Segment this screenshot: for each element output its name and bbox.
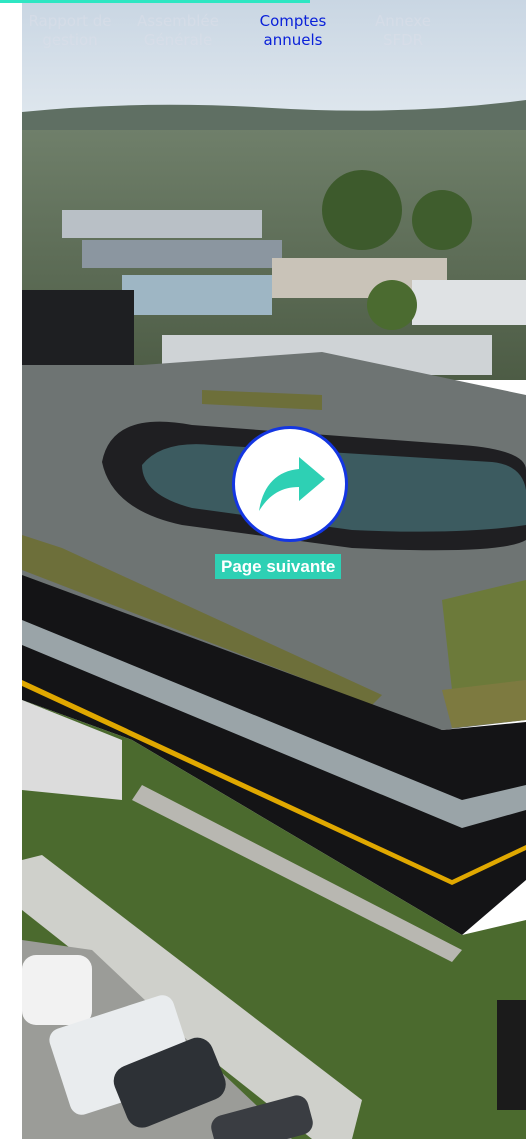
tab-label-line1: Annexe: [375, 12, 431, 30]
next-page-label[interactable]: Page suivante: [215, 554, 342, 579]
tab-label-line2: annuels: [263, 31, 323, 49]
tab-comptes-annuels[interactable]: Comptes annuels: [245, 12, 341, 50]
curved-arrow-right-icon: [259, 457, 325, 511]
tab-label-line2: gestion: [42, 31, 98, 49]
page-margin: [0, 0, 22, 1139]
tab-rapport-de-gestion[interactable]: Rapport de gestion: [22, 12, 118, 50]
tab-label-line1: Comptes: [259, 12, 327, 30]
tab-annexe-sfdr[interactable]: Annexe SFDR: [355, 12, 451, 50]
tab-assemblee-generale[interactable]: Assemblée Générale: [130, 12, 226, 50]
tab-label-line2: Générale: [143, 31, 213, 49]
tab-label-line1: Rapport de: [28, 12, 112, 30]
next-page-button[interactable]: [232, 426, 348, 542]
top-navigation: Rapport de gestion Assemblée Générale Co…: [0, 0, 526, 60]
tab-label-line2: SFDR: [382, 31, 424, 49]
tab-label-line1: Assemblée: [137, 12, 219, 30]
nav-accent-bar: [0, 0, 310, 3]
